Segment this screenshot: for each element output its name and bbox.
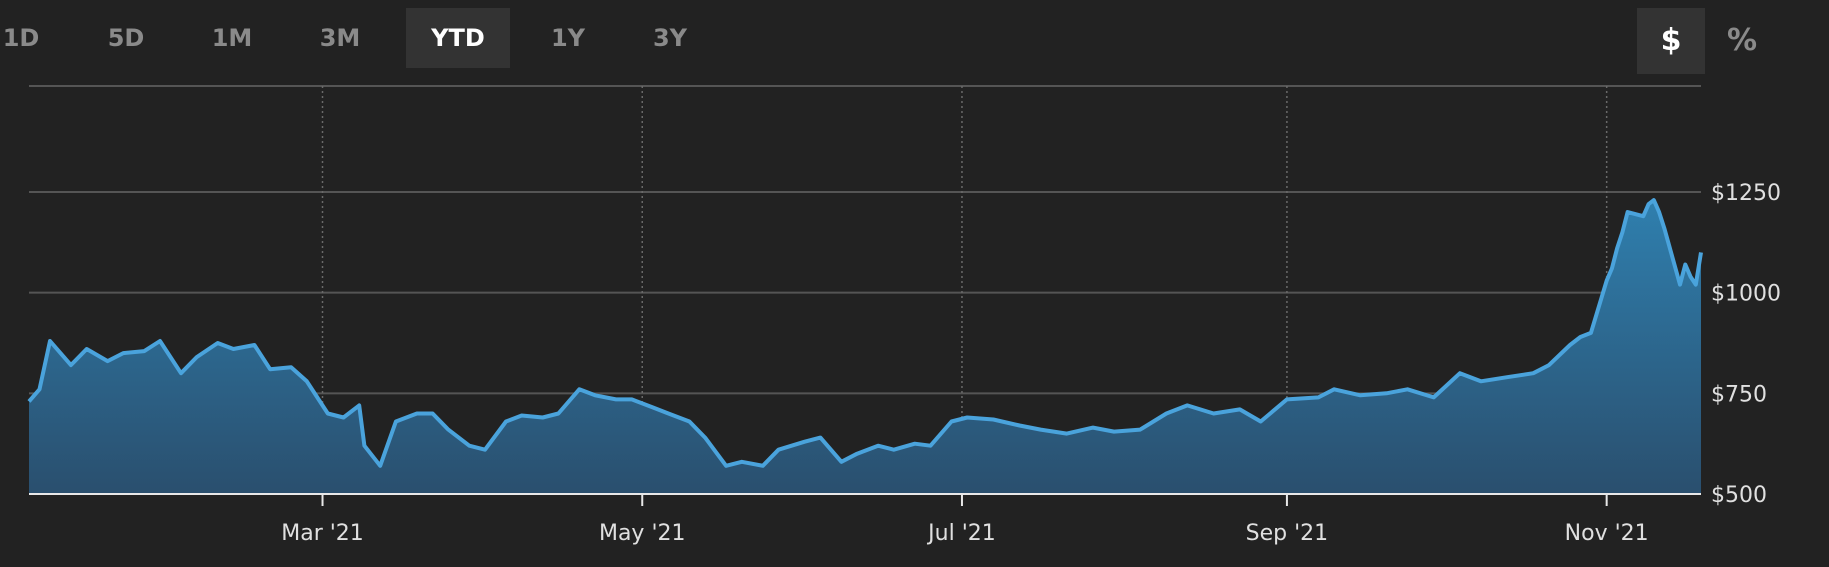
y-tick-label-0: $500	[1711, 483, 1767, 508]
price-area-chart: Mar '21 May '21 Jul '21 Sep '21 Nov '21 $500 $…	[27, 85, 1781, 546]
y-tick-label-1: $750	[1711, 382, 1767, 407]
y-tick-label-3: $1250	[1711, 181, 1781, 206]
x-tick-label-2: Jul '21	[926, 521, 996, 546]
x-tick-label-4: Nov '21	[1565, 521, 1649, 546]
y-tick-label-2: $1000	[1711, 282, 1781, 307]
x-tick-label-1: May '21	[599, 521, 686, 546]
x-tick-label-3: Sep '21	[1246, 521, 1329, 546]
x-tick-label-0: Mar '21	[281, 521, 364, 546]
